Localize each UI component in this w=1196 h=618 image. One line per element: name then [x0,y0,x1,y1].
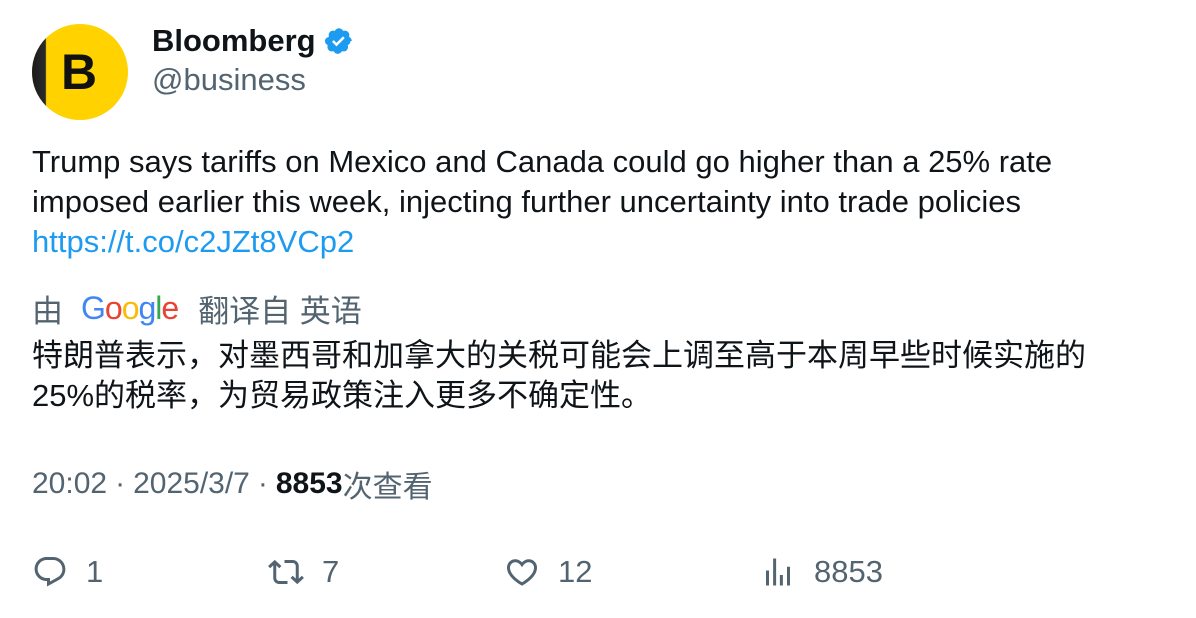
views-icon [766,558,790,586]
author-display-name[interactable]: Bloomberg [152,23,316,59]
author-handle[interactable]: @business [152,62,306,98]
tweet-text-line: Trump says tariffs on Mexico and Canada … [32,144,1053,179]
meta-separator: · [257,467,268,500]
retweet-icon [268,559,304,585]
like-count: 12 [558,554,593,589]
verified-badge-icon[interactable] [324,26,354,56]
translation-prefix: 由 [32,293,63,329]
translation-attribution: 由 Google 翻译自 英语 [32,288,362,329]
views-count: 8853 [275,467,343,500]
reply-button[interactable]: 1 [32,550,103,594]
translated-text: 特朗普表示，对墨西哥和加拿大的关税可能会上调至高于本周早些时候实施的 25%的税… [32,336,1162,416]
tweet-date[interactable]: 2025/3/7 [133,467,250,501]
views-action-count: 8853 [814,554,883,589]
retweet-count: 7 [322,554,340,589]
translation-suffix: 翻译自 英语 [198,293,362,329]
google-logo: Google [81,289,179,326]
tweet-text-line: imposed earlier this week, injecting fur… [32,184,1022,219]
tweet-link[interactable]: https://t.co/c2JZt8VCp2 [32,224,354,259]
meta-separator: · [115,467,126,500]
like-icon [506,559,538,586]
reply-icon [34,557,66,587]
retweet-button[interactable]: 7 [268,550,339,594]
avatar-letter: B [60,44,98,100]
views-button[interactable]: 8853 [760,550,883,594]
views-label: 次查看 [342,471,433,504]
avatar[interactable]: B [32,24,128,120]
translated-text-line: 25%的税率，为贸易政策注入更多不确定性。 [32,378,653,413]
action-bar: 1 7 12 8853 [32,550,1162,594]
translated-text-line: 特朗普表示，对墨西哥和加拿大的关税可能会上调至高于本周早些时候实施的 [32,338,1086,373]
tweet-time[interactable]: 20:02 [32,467,107,501]
tweet-meta: 20:02 · 2025/3/7 · 8853 次查看 [32,464,433,504]
like-button[interactable]: 12 [504,550,592,594]
author-name-row: Bloomberg [152,22,354,60]
tweet-text: Trump says tariffs on Mexico and Canada … [32,142,1152,262]
reply-count: 1 [86,554,104,589]
